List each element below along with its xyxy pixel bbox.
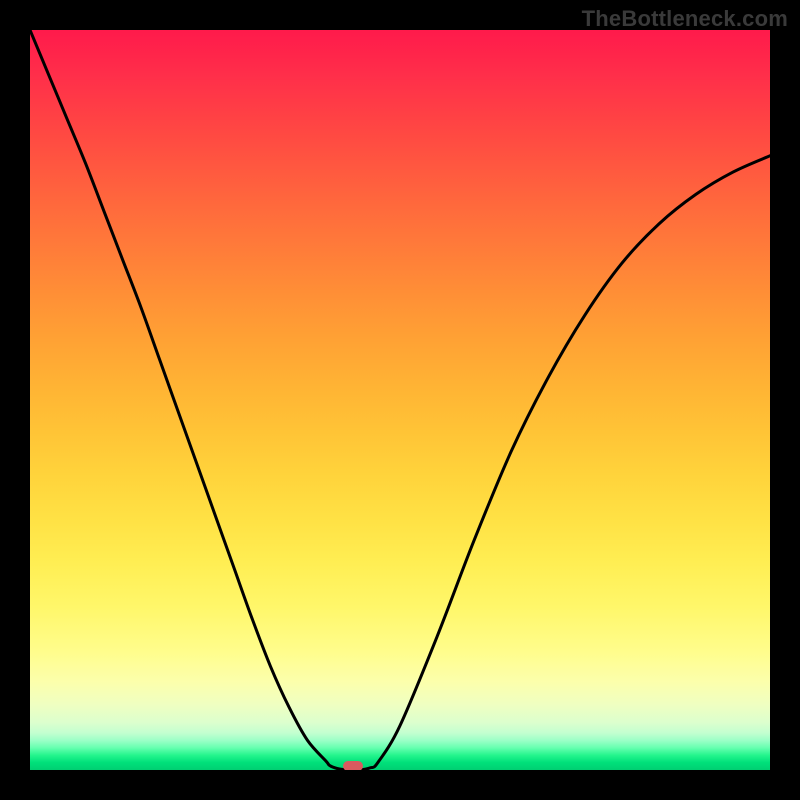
watermark-text: TheBottleneck.com (582, 6, 788, 32)
bottleneck-curve (30, 30, 770, 770)
plot-area (30, 30, 770, 770)
chart-frame: TheBottleneck.com (0, 0, 800, 800)
minimum-marker (343, 761, 363, 770)
